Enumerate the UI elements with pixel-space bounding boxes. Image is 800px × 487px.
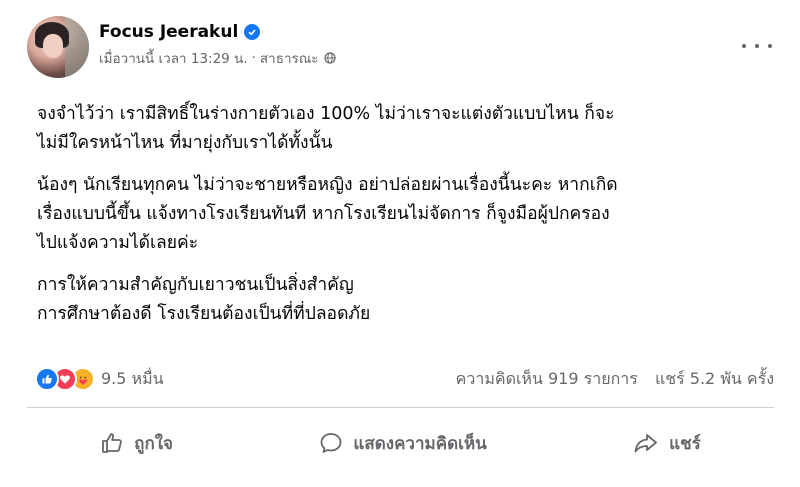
- post-meta: Focus Jeerakul เมื่อวานนี้ เวลา 13:29 น.…: [99, 16, 336, 80]
- facebook-post: Focus Jeerakul เมื่อวานนี้ เวลา 13:29 น.…: [0, 0, 800, 487]
- author-name[interactable]: Focus Jeerakul: [99, 22, 238, 42]
- like-reaction-icon: [35, 367, 59, 391]
- reactions-right: ความคิดเห็น 919 รายการ แชร์ 5.2 พัน ครั้…: [444, 367, 774, 392]
- verified-badge-icon: [244, 24, 261, 40]
- action-bar: ถูกใจ แสดงความคิดเห็น แชร์: [27, 418, 774, 468]
- divider: [27, 407, 774, 408]
- globe-icon[interactable]: [323, 52, 336, 64]
- thumbs-up-icon: [102, 433, 123, 453]
- post-header: Focus Jeerakul เมื่อวานนี้ เวลา 13:29 น.…: [27, 16, 336, 80]
- paragraph-line: เรื่องแบบนี้ขึ้น แจ้งทางโรงเรียนทันที หา…: [37, 204, 610, 224]
- paragraph-1: จงจำไว้ว่า เรามีสิทธิ์ในร่างกายตัวเอง 10…: [37, 100, 777, 158]
- share-button[interactable]: แชร์: [633, 430, 701, 457]
- paragraph-3: การให้ความสำคัญกับเยาวชนเป็นสิ่งสำคัญ กา…: [37, 271, 777, 329]
- like-button[interactable]: ถูกใจ: [100, 430, 173, 457]
- paragraph-line: น้องๆ นักเรียนทุกคน ไม่ว่าจะชายหรือหญิง …: [37, 175, 618, 195]
- shares-count[interactable]: แชร์ 5.2 พัน ครั้ง: [655, 369, 774, 388]
- reaction-icons: [35, 367, 95, 391]
- comments-count[interactable]: ความคิดเห็น 919 รายการ: [456, 369, 638, 388]
- paragraph-line: การให้ความสำคัญกับเยาวชนเป็นสิ่งสำคัญ: [37, 275, 354, 295]
- separator-dot: ·: [251, 50, 256, 66]
- comment-button[interactable]: แสดงความคิดเห็น: [319, 430, 487, 457]
- like-label: ถูกใจ: [134, 433, 174, 454]
- paragraph-line: ไปแจ้งความได้เลยค่ะ: [37, 233, 199, 253]
- comment-label: แสดงความคิดเห็น: [353, 433, 487, 454]
- share-label: แชร์: [669, 433, 701, 454]
- reactions-count[interactable]: 9.5 หมื่น: [101, 367, 164, 392]
- paragraph-line: จงจำไว้ว่า เรามีสิทธิ์ในร่างกายตัวเอง 10…: [37, 104, 615, 124]
- avatar[interactable]: [27, 16, 89, 78]
- post-subline: เมื่อวานนี้ เวลา 13:29 น. · สาธารณะ: [99, 47, 336, 69]
- post-timestamp[interactable]: เมื่อวานนี้ เวลา 13:29 น.: [99, 47, 248, 69]
- paragraph-line: การศึกษาต้องดี โรงเรียนต้องเป็นที่ที่ปลอ…: [37, 304, 371, 324]
- author-row: Focus Jeerakul: [99, 22, 336, 42]
- reactions-left[interactable]: 9.5 หมื่น: [35, 367, 164, 392]
- more-options-icon[interactable]: [742, 36, 772, 56]
- share-icon: [634, 434, 658, 453]
- post-body: จงจำไว้ว่า เรามีสิทธิ์ในร่างกายตัวเอง 10…: [37, 100, 777, 342]
- paragraph-2: น้องๆ นักเรียนทุกคน ไม่ว่าจะชายหรือหญิง …: [37, 171, 777, 258]
- reactions-summary: 9.5 หมื่น ความคิดเห็น 919 รายการ แชร์ 5.…: [35, 365, 774, 393]
- paragraph-line: ไม่มีใครหน้าไหน ที่มายุ่งกับเราได้ทั้งนั…: [37, 133, 333, 153]
- privacy-label: สาธารณะ: [259, 51, 319, 67]
- comment-icon: [320, 433, 342, 453]
